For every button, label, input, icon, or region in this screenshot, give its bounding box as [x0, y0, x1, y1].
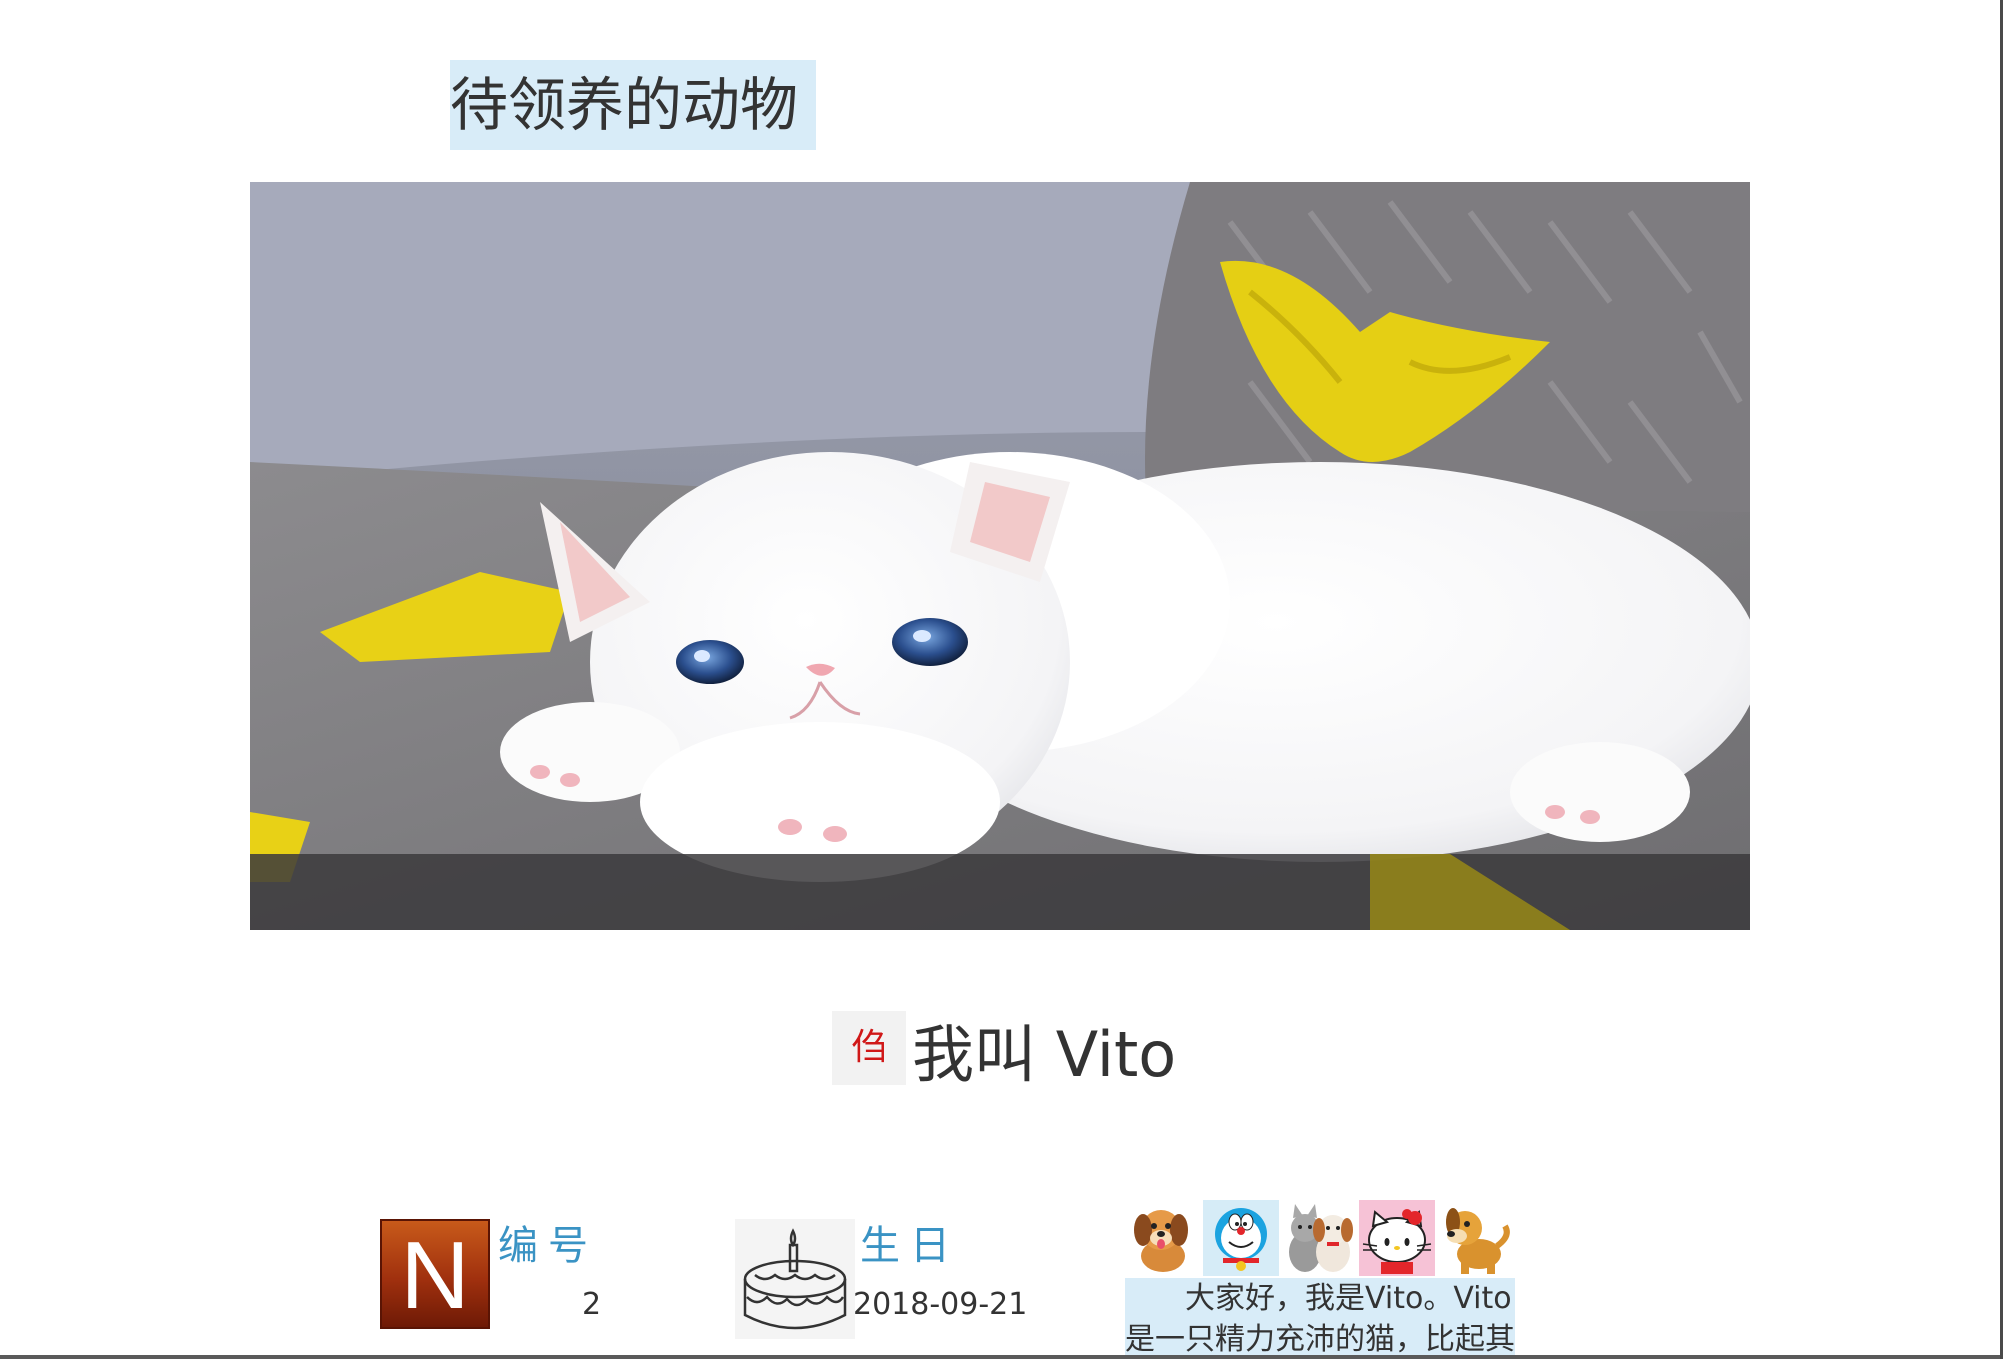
doraemon-icon: [1203, 1200, 1279, 1276]
intro-text: 大家好，我是Vito。Vito是一只精力充沛的猫，比起其: [1125, 1278, 1515, 1359]
number-value: 2: [582, 1287, 602, 1322]
bottom-edge: [0, 1355, 2000, 1359]
hero-photo: [250, 182, 1750, 930]
page-frame: 待领养的动物 㑇 我叫 Vito N 编号 2 生日 2018-09-21 大家…: [0, 0, 2003, 1359]
puppy-icon: [1437, 1200, 1513, 1276]
cat-and-dog-icon: [1281, 1200, 1357, 1276]
page-title: 待领养的动物: [450, 60, 817, 150]
puppy-icon: [1125, 1200, 1201, 1276]
birthday-value: 2018-09-21: [853, 1287, 1028, 1322]
pet-name-heading: 㑇 我叫 Vito: [832, 1005, 1176, 1105]
birthday-cake-icon: [735, 1219, 855, 1339]
name-badge-icon: 㑇: [832, 1011, 906, 1085]
n-letter-icon: N: [380, 1219, 490, 1329]
birthday-label: 生日: [860, 1223, 960, 1269]
number-label: 编号: [498, 1223, 598, 1269]
avatar-strip: [1125, 1200, 1513, 1276]
hello-kitty-icon: [1359, 1200, 1435, 1276]
pet-name: 我叫 Vito: [912, 1018, 1177, 1091]
